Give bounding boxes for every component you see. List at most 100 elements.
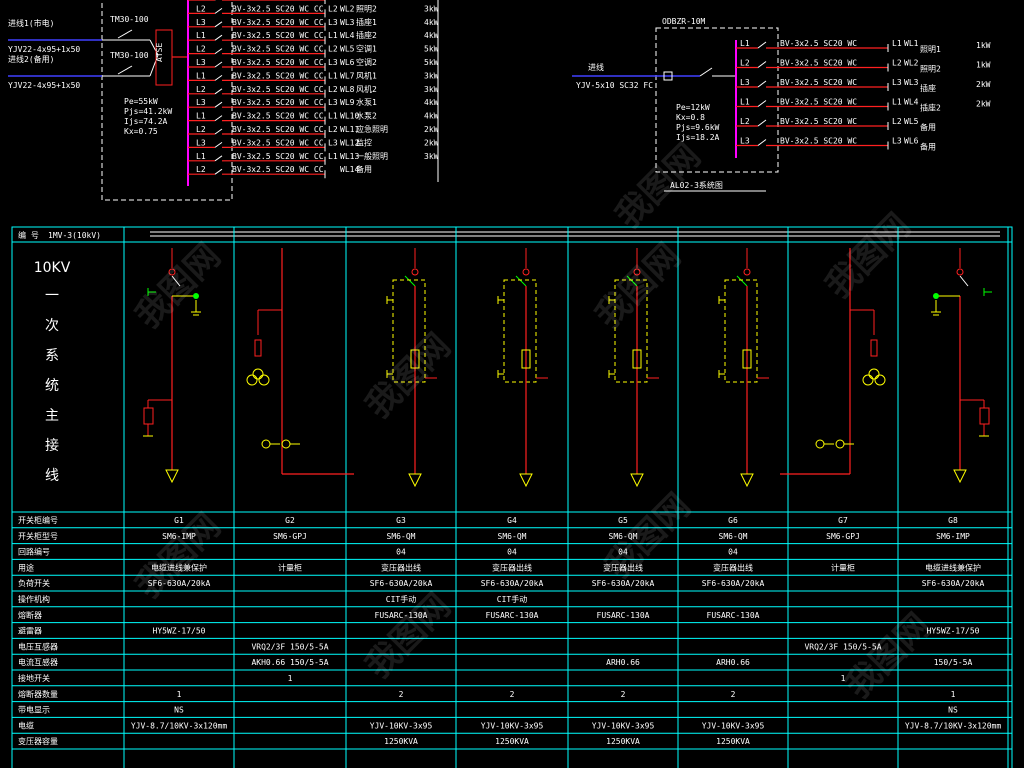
- voltage-transformer-icon: [874, 374, 886, 386]
- cell-value: 1250KVA: [716, 737, 750, 746]
- feeder-desc: 备用: [920, 122, 936, 132]
- cell-value: 04: [728, 548, 738, 557]
- row-label: 电流互感器: [18, 657, 58, 667]
- feeder-cable: BV-3x2.5 SC20 WC: [780, 78, 857, 87]
- header-label: 编 号: [18, 230, 39, 240]
- feeder-phase: L3: [196, 138, 206, 147]
- feeder-phase: L3: [740, 137, 750, 146]
- feeder-cable: BV-3x2.5 SC20 WC CC: [232, 31, 324, 40]
- cell-value: G8: [948, 516, 958, 525]
- feeder-phase: L3: [196, 58, 206, 67]
- feeder-cable: BV-3x2.5 SC20 WC CC: [232, 85, 324, 94]
- watermark: 我图网我图网我图网 我图网我图网我图网我图网我图网我图网: [128, 136, 938, 706]
- feeder-breaker: [757, 119, 767, 127]
- cell-value: 2: [510, 690, 515, 699]
- feeder-phase: L2: [196, 165, 206, 174]
- feeder-cable: BV-3x2.5 SC20 WC CC: [232, 165, 324, 174]
- feeder-phase: L3: [196, 98, 206, 107]
- feeder-desc: 照明1: [920, 45, 941, 54]
- cable-terminal-icon: [519, 473, 533, 488]
- cell-value: ARH0.66: [606, 658, 640, 667]
- feeder-desc: 空调1: [356, 44, 377, 54]
- cubicle-G2: [246, 248, 354, 475]
- feeder-breaker: [214, 141, 223, 148]
- feeder-phase-out: L3: [328, 138, 338, 147]
- cell-value: G4: [507, 516, 517, 525]
- feeder-phase: L1: [196, 152, 206, 161]
- feeder-phase-out: L1: [892, 39, 902, 48]
- feeder-phase-out: L1: [892, 98, 902, 107]
- feeder-desc: 照明2: [356, 4, 377, 13]
- feeder-phase: L1: [196, 71, 206, 80]
- voltage-transformer-icon: [862, 374, 874, 386]
- cubicle-G6: [718, 248, 769, 488]
- cell-value: 变压器出线: [713, 562, 753, 572]
- feeder-desc: 插座2: [920, 103, 941, 113]
- feeder-desc: 备用: [356, 164, 372, 174]
- row-label: 负荷开关: [18, 578, 50, 588]
- load-switch-blade: [404, 275, 416, 287]
- cell-value: NS: [174, 706, 184, 715]
- incomer-cable: YJV-5x10 SC32 FC: [576, 81, 653, 90]
- feeder-circuit: WL8: [340, 85, 355, 94]
- feeder-phase: L1: [740, 98, 750, 107]
- row-label: 变压器容量: [18, 736, 58, 746]
- diagram-title-char: 线: [45, 468, 59, 484]
- box-info: Ijs=74.2A: [124, 117, 168, 126]
- cell-value: YJV-10KV-3x95: [370, 721, 433, 730]
- main-breaker: [699, 67, 713, 77]
- feeder-phase-out: L3: [328, 98, 338, 107]
- diagram-title-char: 接: [45, 437, 59, 454]
- diagram-title-char: 统: [45, 378, 59, 394]
- row-label: 电压互感器: [18, 641, 58, 651]
- cell-value: YJV-10KV-3x95: [481, 721, 544, 730]
- current-transformer-icon: [815, 439, 825, 449]
- feeder-kw: 1kW: [976, 61, 991, 70]
- feeder-phase-out: L2: [328, 4, 338, 13]
- load-switch-blade: [515, 275, 527, 287]
- box-model: ODBZR-10M: [662, 17, 706, 26]
- current-transformer-icon: [261, 439, 271, 449]
- feeder-phase: L1: [740, 39, 750, 48]
- cell-value: G6: [728, 516, 738, 525]
- cell-value: SM6-QM: [387, 532, 416, 541]
- box-info: Pe=55kW: [124, 97, 158, 106]
- feeder-phase: L2: [196, 85, 206, 94]
- feeder-kw: 2kW: [424, 125, 439, 134]
- distribution-box-left: 进线1(市电)YJV22-4x95+1x50TM30-100进线2(备用)YJV…: [8, 0, 439, 201]
- row-label: 操作机构: [18, 594, 50, 604]
- feeder-phase-out: L3: [892, 137, 902, 146]
- cable-terminal-icon: [953, 469, 967, 484]
- feeder-cable: BV-3x2.5 SC20 WC: [780, 117, 857, 126]
- feeder-circuit: WL9: [340, 98, 355, 107]
- cell-value: HY5WZ-17/50: [153, 627, 206, 636]
- cell-value: 变压器出线: [492, 562, 532, 572]
- cell-value: 04: [396, 548, 406, 557]
- feeder-circuit: WL3: [904, 78, 919, 87]
- load-switch-blade: [959, 275, 969, 287]
- cell-value: YJV-10KV-3x95: [702, 721, 765, 730]
- cell-value: SF6-630A/20kA: [481, 579, 544, 588]
- cell-value: YJV-10KV-3x95: [592, 721, 655, 730]
- cell-value: 2: [731, 690, 736, 699]
- diagram-title-char: 主: [45, 408, 59, 424]
- header-ref: 1MV-3(10kV): [48, 231, 101, 240]
- cell-value: SF6-630A/20kA: [370, 579, 433, 588]
- cable-terminal-icon: [630, 473, 644, 488]
- cable-terminal-icon: [165, 469, 179, 484]
- feeder-phase-out: L1: [328, 112, 338, 121]
- cable-terminal-icon: [408, 473, 422, 488]
- feeder-breaker: [214, 101, 223, 108]
- feeder-phase-out: L1: [328, 71, 338, 80]
- watermark-text: 我图网: [838, 606, 938, 706]
- cell-value: G3: [396, 516, 406, 525]
- row-label: 接地开关: [18, 673, 50, 683]
- cell-value: 04: [507, 548, 517, 557]
- row-label: 电缆: [18, 720, 34, 730]
- pt-fuse-icon: [870, 339, 878, 357]
- feeder-desc: 水泵2: [356, 111, 377, 121]
- incomer-cable: YJV22-4x95+1x50: [8, 45, 80, 54]
- feeder-cable: BV-3x2.5 SC20 WC CC: [232, 45, 324, 54]
- feeder-kw: 2kW: [976, 100, 991, 109]
- voltage-transformer-icon: [252, 368, 264, 380]
